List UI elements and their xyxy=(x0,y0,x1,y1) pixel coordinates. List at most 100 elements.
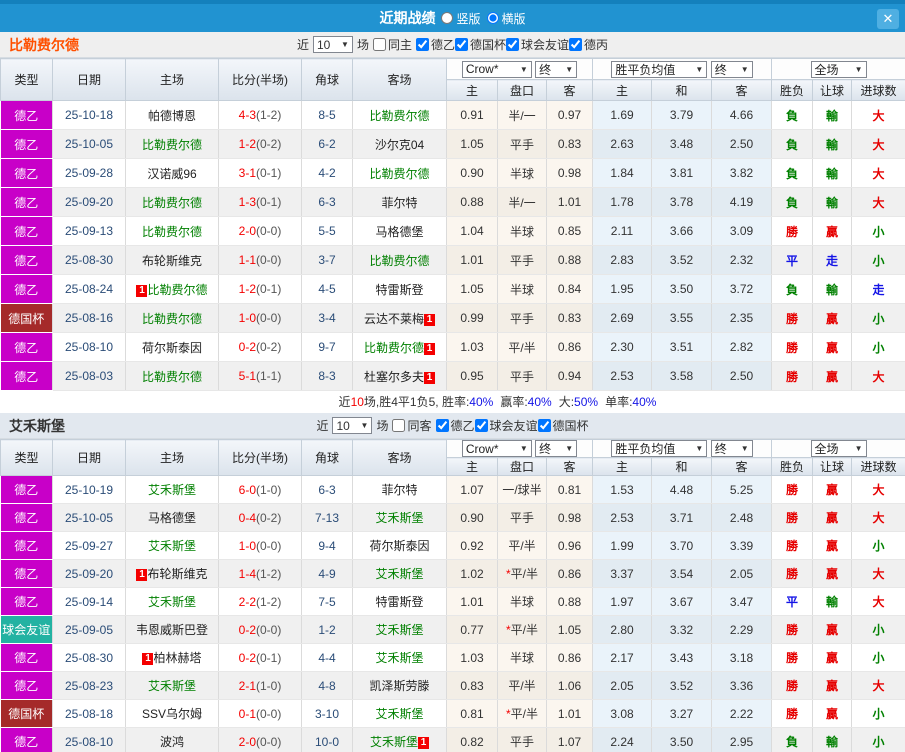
avg-odds-win: 1.69 xyxy=(593,101,652,130)
home-team[interactable]: 比勒费尔德 xyxy=(126,130,219,159)
league-checkbox[interactable] xyxy=(569,38,582,51)
near-count-select[interactable]: 10▼ xyxy=(313,36,353,53)
near-label: 近 xyxy=(297,36,309,53)
result-handicap: 贏 xyxy=(813,217,852,246)
home-team[interactable]: 布轮斯维克 xyxy=(126,246,219,275)
home-team[interactable]: 艾禾斯堡 xyxy=(126,588,219,616)
close-icon[interactable]: ✕ xyxy=(877,9,899,29)
home-team[interactable]: 帕德博恩 xyxy=(126,101,219,130)
home-team[interactable]: 比勒费尔德 xyxy=(126,304,219,333)
home-team[interactable]: 1比勒费尔德 xyxy=(126,275,219,304)
away-team[interactable]: 菲尔特 xyxy=(353,188,447,217)
home-team[interactable]: 波鸿 xyxy=(126,728,219,752)
avg-odds-win: 2.11 xyxy=(593,217,652,246)
team2-name[interactable]: 艾禾斯堡 xyxy=(9,416,65,436)
league-filter[interactable]: 德乙 xyxy=(416,36,455,53)
corners: 8-3 xyxy=(302,362,353,391)
away-team[interactable]: 特雷斯登 xyxy=(353,275,447,304)
league-filter[interactable]: 德国杯 xyxy=(538,417,589,434)
score: 0-1(0-0) xyxy=(219,700,302,728)
team1-summary: 近10场,胜4平1负5, 胜率:40%赢率:40%大:50%单率:40% xyxy=(0,391,905,413)
home-team[interactable]: 汉诺威96 xyxy=(126,159,219,188)
league-checkbox[interactable] xyxy=(455,38,468,51)
league-checkbox[interactable] xyxy=(416,38,429,51)
away-team[interactable]: 艾禾斯堡 xyxy=(353,644,447,672)
away-team[interactable]: 艾禾斯堡 xyxy=(353,504,447,532)
league-filter[interactable]: 德乙 xyxy=(436,417,475,434)
league-checkbox[interactable] xyxy=(506,38,519,51)
home-team[interactable]: 艾禾斯堡 xyxy=(126,532,219,560)
home-team[interactable]: 1布轮斯维克 xyxy=(126,560,219,588)
league-filter[interactable]: 球会友谊 xyxy=(475,417,538,434)
near-label: 近 xyxy=(316,417,328,434)
handicap-line: 半/一 xyxy=(498,101,547,130)
away-team[interactable]: 艾禾斯堡 xyxy=(353,560,447,588)
home-team[interactable]: SSV乌尔姆 xyxy=(126,700,219,728)
league-filter[interactable]: 球会友谊 xyxy=(506,36,569,53)
layout-radio-horizontal[interactable] xyxy=(487,12,499,24)
home-team[interactable]: 荷尔斯泰因 xyxy=(126,333,219,362)
same-home-checkbox[interactable] xyxy=(373,38,386,51)
home-team[interactable]: 韦恩威斯巴登 xyxy=(126,616,219,644)
away-team[interactable]: 菲尔特 xyxy=(353,476,447,504)
away-team[interactable]: 比勒费尔德 xyxy=(353,246,447,275)
handicap-odds-home: 1.01 xyxy=(447,246,498,275)
scope-select[interactable]: 全场▼ xyxy=(811,61,867,78)
away-team[interactable]: 马格德堡 xyxy=(353,217,447,246)
near-count-select[interactable]: 10▼ xyxy=(332,417,372,434)
handicap-line: 半球 xyxy=(498,217,547,246)
avg-odds-lose: 5.25 xyxy=(712,476,772,504)
away-team[interactable]: 比勒费尔德 xyxy=(353,101,447,130)
home-team[interactable]: 艾禾斯堡 xyxy=(126,476,219,504)
home-team[interactable]: 艾禾斯堡 xyxy=(126,672,219,700)
away-team[interactable]: 艾禾斯堡 xyxy=(353,616,447,644)
league-checkbox[interactable] xyxy=(538,419,551,432)
home-team[interactable]: 比勒费尔德 xyxy=(126,217,219,246)
same-away-filter[interactable]: 同客 xyxy=(392,417,431,434)
handicap-time-select[interactable]: 终▼ xyxy=(535,440,577,457)
away-team[interactable]: 云达不莱梅1 xyxy=(353,304,447,333)
handicap-odds-away: 0.88 xyxy=(547,246,593,275)
score: 1-2(0-1) xyxy=(219,275,302,304)
away-team[interactable]: 比勒费尔德1 xyxy=(353,333,447,362)
match-date: 25-09-28 xyxy=(53,159,126,188)
avg-odds-win: 2.53 xyxy=(593,504,652,532)
bookmaker-select[interactable]: Crow*▼ xyxy=(462,440,532,457)
handicap-odds-away: 1.07 xyxy=(547,728,593,752)
avg-odds-select[interactable]: 胜平负均值▼ xyxy=(611,61,707,78)
away-team[interactable]: 特雷斯登 xyxy=(353,588,447,616)
league-filter[interactable]: 德国杯 xyxy=(455,36,506,53)
away-team[interactable]: 沙尔克04 xyxy=(353,130,447,159)
home-team[interactable]: 比勒费尔德 xyxy=(126,362,219,391)
layout-radio-vertical[interactable] xyxy=(441,12,453,24)
handicap-odds-away: 0.94 xyxy=(547,362,593,391)
avg-odds-select[interactable]: 胜平负均值▼ xyxy=(611,440,707,457)
home-team[interactable]: 比勒费尔德 xyxy=(126,188,219,217)
away-team[interactable]: 杜塞尔多夫1 xyxy=(353,362,447,391)
away-team[interactable]: 艾禾斯堡1 xyxy=(353,728,447,752)
scope-select[interactable]: 全场▼ xyxy=(811,440,867,457)
same-home-filter[interactable]: 同主 xyxy=(373,36,412,53)
team1-name[interactable]: 比勒费尔德 xyxy=(9,35,79,55)
away-team[interactable]: 艾禾斯堡 xyxy=(353,700,447,728)
league-checkbox[interactable] xyxy=(436,419,449,432)
result-goals: 小 xyxy=(852,700,905,728)
avg-time-select[interactable]: 终▼ xyxy=(711,440,753,457)
away-team[interactable]: 荷尔斯泰因 xyxy=(353,532,447,560)
result-outcome: 勝 xyxy=(772,616,813,644)
away-team[interactable]: 比勒费尔德 xyxy=(353,159,447,188)
bookmaker-select[interactable]: Crow*▼ xyxy=(462,61,532,78)
layout-vertical-option[interactable]: 竖版 xyxy=(441,10,480,27)
home-team[interactable]: 马格德堡 xyxy=(126,504,219,532)
handicap-time-select[interactable]: 终▼ xyxy=(535,61,577,78)
league-checkbox[interactable] xyxy=(475,419,488,432)
league-filter[interactable]: 德丙 xyxy=(569,36,608,53)
result-goals: 大 xyxy=(852,362,905,391)
avg-odds-lose: 3.82 xyxy=(712,159,772,188)
layout-horizontal-option[interactable]: 横版 xyxy=(487,10,526,27)
same-home-label: 同主 xyxy=(388,36,412,53)
same-away-checkbox[interactable] xyxy=(392,419,405,432)
home-team[interactable]: 1柏林赫塔 xyxy=(126,644,219,672)
avg-time-select[interactable]: 终▼ xyxy=(711,61,753,78)
away-team[interactable]: 凯泽斯劳滕 xyxy=(353,672,447,700)
